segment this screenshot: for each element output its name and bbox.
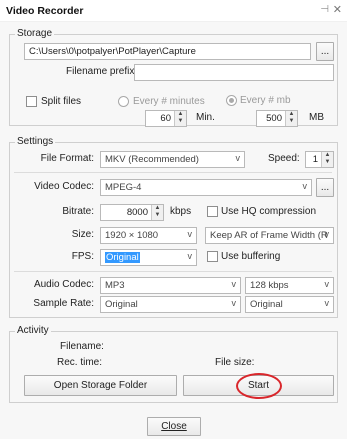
size-select[interactable]: 1920 × 1080 v	[100, 227, 197, 244]
sample-rate-label: Sample Rate:	[33, 298, 94, 309]
activity-group-title: Activity	[15, 325, 51, 336]
bitrate-unit: kbps	[170, 206, 192, 217]
bitrate-value: 8000	[126, 207, 148, 218]
every-mb-label: Every # mb	[240, 95, 291, 106]
fps-label: FPS:	[71, 251, 94, 262]
video-codec-label: Video Codec:	[34, 181, 94, 192]
activity-filename-label: Filename:	[60, 341, 104, 352]
file-size-label: File size:	[215, 357, 255, 368]
chevron-down-icon: v	[231, 279, 237, 289]
every-minutes-label: Every # minutes	[133, 96, 205, 107]
minutes-spinner[interactable]: 60 ▲ ▼	[145, 110, 187, 127]
video-codec-options-button[interactable]: ...	[316, 178, 334, 197]
settings-divider	[14, 271, 332, 272]
aspect-ratio-select[interactable]: Keep AR of Frame Width (R v	[205, 227, 334, 244]
spinner-arrows-icon[interactable]: ▲ ▼	[321, 152, 333, 167]
open-storage-folder-button[interactable]: Open Storage Folder	[24, 375, 177, 396]
every-mb-radio[interactable]	[226, 95, 237, 106]
every-minutes-radio[interactable]	[118, 96, 129, 107]
chevron-down-icon: v	[324, 229, 330, 239]
buffering-checkbox[interactable]	[207, 251, 218, 262]
minutes-value: 60	[160, 113, 171, 124]
video-codec-select[interactable]: MPEG-4 v	[100, 179, 312, 196]
start-highlight-circle	[236, 373, 282, 399]
mb-unit: MB	[309, 112, 324, 123]
buffering-label: Use buffering	[221, 251, 281, 262]
chevron-down-icon: v	[231, 298, 237, 308]
chevron-down-icon: v	[235, 153, 241, 163]
bitrate-spinner[interactable]: 8000 ▲ ▼	[100, 204, 164, 221]
chevron-down-icon: v	[324, 298, 330, 308]
minutes-unit: Min.	[196, 112, 215, 123]
split-files-label: Split files	[41, 96, 82, 107]
filename-prefix-input[interactable]	[134, 64, 334, 81]
close-button-label: Close	[161, 421, 187, 432]
storage-group-title: Storage	[15, 28, 55, 39]
sample-rate-select[interactable]: Original v	[100, 296, 241, 313]
mb-value: 500	[266, 113, 282, 124]
window-title: Video Recorder	[6, 5, 84, 17]
chevron-down-icon: v	[324, 279, 330, 289]
settings-group-title: Settings	[15, 136, 56, 147]
spinner-arrows-icon[interactable]: ▲ ▼	[174, 111, 186, 126]
split-files-checkbox[interactable]	[26, 96, 37, 107]
hq-compression-label: Use HQ compression	[221, 206, 317, 217]
close-icon[interactable]: ✕	[333, 3, 342, 16]
spinner-arrows-icon[interactable]: ▲ ▼	[151, 205, 163, 220]
chevron-down-icon: v	[302, 181, 308, 191]
settings-divider	[14, 172, 332, 173]
pin-icon[interactable]: ⊣	[320, 4, 329, 15]
mb-spinner[interactable]: 500 ▲ ▼	[256, 110, 298, 127]
channels-select[interactable]: Original v	[245, 296, 334, 313]
title-bar: Video Recorder ⊣ ✕	[0, 0, 347, 22]
fps-select[interactable]: Original v	[100, 249, 197, 266]
speed-value: 1	[312, 154, 318, 165]
audio-codec-select[interactable]: MP3 v	[100, 277, 241, 294]
size-label: Size:	[71, 229, 94, 240]
audio-codec-label: Audio Codec:	[33, 279, 94, 290]
speed-spinner[interactable]: 1 ▲ ▼	[305, 151, 334, 168]
rec-time-label: Rec. time:	[57, 357, 103, 368]
browse-button[interactable]: ...	[316, 42, 334, 61]
storage-path-input[interactable]: C:\Users\0\potpalyer\PotPlayer\Capture	[24, 43, 311, 60]
hq-compression-checkbox[interactable]	[207, 206, 218, 217]
file-format-label: File Format:	[40, 153, 94, 164]
chevron-down-icon: v	[187, 251, 193, 261]
filename-prefix-label: Filename prefix:	[66, 66, 138, 77]
speed-label: Speed:	[268, 153, 300, 164]
audio-bitrate-select[interactable]: 128 kbps v	[245, 277, 334, 294]
spinner-arrows-icon[interactable]: ▲ ▼	[285, 111, 297, 126]
file-format-select[interactable]: MKV (Recommended) v	[100, 151, 245, 168]
chevron-down-icon: v	[187, 229, 193, 239]
bitrate-label: Bitrate:	[62, 206, 94, 217]
close-button[interactable]: Close	[147, 417, 201, 436]
